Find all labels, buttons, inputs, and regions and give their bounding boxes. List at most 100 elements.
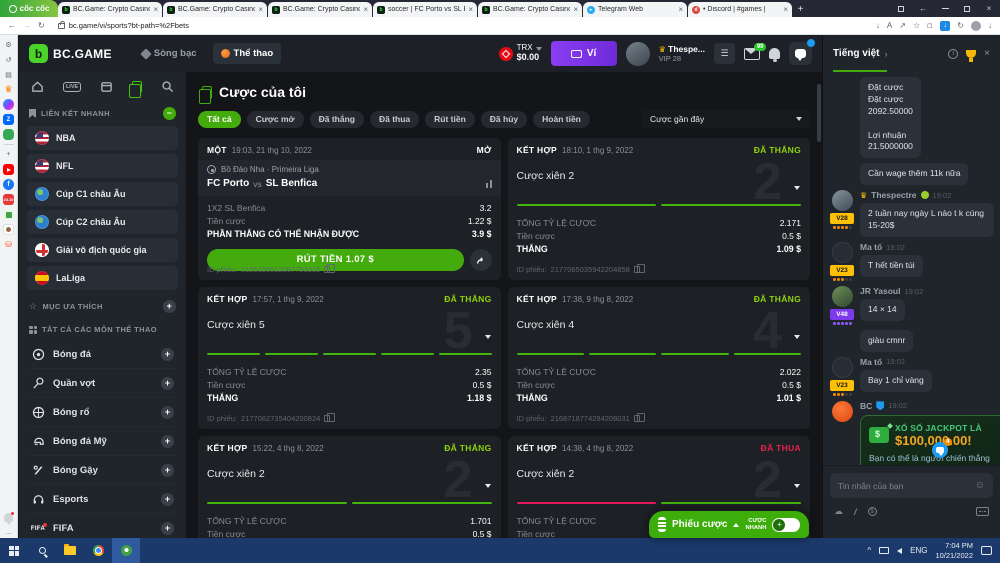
messenger-icon[interactable] (3, 99, 14, 110)
chat-toggle-button[interactable] (789, 39, 815, 65)
start-button[interactable] (0, 538, 28, 563)
network-icon[interactable] (879, 547, 890, 554)
scrollbar-thumb[interactable] (817, 84, 821, 142)
event-block[interactable]: Bồ Đào Nha · Primeira Liga FC Porto vs S… (198, 160, 501, 196)
nav-casino[interactable]: Sòng bạc (134, 43, 205, 64)
sidebar-item-laliga[interactable]: LaLiga (27, 266, 178, 290)
copy-icon[interactable] (324, 264, 336, 273)
combo-title[interactable]: Cược xiên 2 2 (508, 156, 811, 208)
tab-close-icon[interactable]: × (783, 5, 788, 14)
copy-icon[interactable] (633, 264, 645, 273)
chat-message-input[interactable] (838, 480, 969, 491)
chevron-right-icon[interactable]: › (885, 49, 888, 59)
bookmark-star-icon[interactable]: ☆ (913, 21, 920, 30)
facebook-icon[interactable]: f (3, 179, 14, 190)
reload-icon[interactable]: ↻ (38, 21, 45, 30)
adblock-shield-icon[interactable]: ◇ (925, 20, 936, 31)
copy-icon[interactable] (633, 413, 645, 422)
sidebar-sport-soccer[interactable]: Bóng đá + (27, 340, 178, 369)
sidebar-sport-esports[interactable]: Esports + (27, 485, 178, 514)
my-bets-icon[interactable] (129, 80, 143, 98)
rain-icon[interactable]: ☁ (834, 506, 843, 517)
wallet-button[interactable]: Ví (550, 41, 617, 66)
collapse-button[interactable]: − (163, 107, 176, 120)
tab-close-icon[interactable]: × (153, 5, 158, 14)
chat-username[interactable]: JR Yasoul (860, 286, 900, 296)
idm-download-icon[interactable]: ↓ (940, 20, 951, 31)
sidebar-sport-cricket[interactable]: Bóng Gậy + (27, 456, 178, 485)
user-avatar[interactable] (625, 41, 650, 66)
coccoc-menu-button[interactable]: cốc cốc (0, 0, 58, 17)
calendar-icon[interactable] (100, 80, 113, 93)
add-shortcut-icon[interactable]: + (3, 149, 14, 160)
sidebar-item-nfl[interactable]: NFL (27, 154, 178, 178)
forward-icon[interactable]: → (23, 21, 31, 30)
home-icon[interactable] (31, 80, 44, 93)
sidebar-sport-american-football[interactable]: Bóng đá Mỹ + (27, 427, 178, 456)
currency-selector[interactable]: TRX $0.00 (498, 43, 542, 63)
expand-button[interactable]: + (161, 492, 174, 506)
maximize-button[interactable] (956, 0, 978, 17)
copy-icon[interactable] (324, 413, 336, 422)
calendar-badge-icon[interactable]: 23.10 (3, 194, 14, 205)
avatar[interactable] (831, 190, 853, 212)
avatar[interactable] (831, 356, 853, 378)
url-field[interactable]: bc.game/vi/sports?bt-path=%2Fbets (52, 20, 869, 30)
browser-tab[interactable]: b BC.Game: Crypto Casino × (163, 2, 267, 17)
keyboard-icon[interactable] (976, 507, 989, 516)
tab-close-icon[interactable]: × (468, 5, 473, 14)
language-indicator[interactable]: ENG (910, 546, 927, 555)
sidebar-item-nba[interactable]: NBA (27, 126, 178, 150)
expand-caret-icon[interactable] (484, 335, 491, 339)
clock[interactable]: 7:04 PM 10/21/2022 (935, 541, 973, 561)
tab-close-icon[interactable]: × (258, 5, 263, 14)
sidebar-sport-fifa[interactable]: FIFA FIFA + (27, 514, 178, 538)
combo-title[interactable]: Cược xiên 4 4 (508, 305, 811, 357)
close-window-button[interactable]: × (978, 0, 1000, 17)
trophy-icon[interactable] (966, 49, 977, 62)
reading-list-icon[interactable]: ▤ (3, 69, 14, 80)
tab-close-icon[interactable]: × (573, 5, 578, 14)
emoji-icon[interactable]: ☺ (975, 480, 985, 491)
chat-username[interactable]: Ma tố (860, 242, 882, 252)
more-icon[interactable]: … (3, 527, 14, 538)
filter-all[interactable]: Tất cả (198, 110, 241, 128)
search-icon[interactable] (161, 80, 174, 93)
filter-cancelled[interactable]: Đã hủy (480, 110, 528, 128)
coccoc-crown-icon[interactable]: ♛ (3, 84, 14, 95)
tab-restore-icon[interactable]: ← (912, 0, 934, 17)
chat-rules-icon[interactable]: i (948, 48, 959, 59)
share-bet-button[interactable] (469, 248, 492, 271)
browser-tab[interactable]: b soccer | FC Porto vs SL B × (373, 2, 477, 17)
tray-expand-icon[interactable]: ^ (867, 546, 871, 555)
quick-bet-toggle[interactable]: + (772, 517, 801, 532)
nav-sports[interactable]: Thể thao (212, 43, 282, 64)
combo-title[interactable]: Cược xiên 2 2 (508, 454, 811, 506)
sync-icon[interactable]: ↻ (957, 21, 964, 30)
jackpot-promo-card[interactable]: XỔ SỐ JACKPOT LÀ $100,000.00! Bạn có thể… (860, 414, 1000, 465)
live-icon[interactable]: LIVE (62, 81, 82, 92)
games-icon[interactable] (3, 129, 14, 140)
back-icon[interactable]: ← (8, 21, 16, 30)
filter-won[interactable]: Đã thắng (309, 110, 364, 128)
combo-title[interactable]: Cược xiên 2 2 (198, 454, 501, 506)
sidebar-item-europa-league[interactable]: Cúp C2 châu Âu (27, 210, 178, 234)
expand-button[interactable]: + (161, 463, 174, 477)
action-center-icon[interactable] (981, 546, 992, 555)
chat-language-tab[interactable]: Tiếng việt (833, 48, 880, 59)
cart-icon[interactable]: ⛁ (3, 239, 14, 250)
bet-list-button[interactable]: ☰ (714, 43, 735, 64)
avatar[interactable] (831, 286, 853, 308)
gift-icon[interactable] (3, 209, 14, 220)
tab-close-icon[interactable]: × (678, 5, 683, 14)
zalo-icon[interactable]: Z (3, 114, 14, 125)
filter-lost[interactable]: Đã thua (369, 110, 420, 128)
chat-username[interactable]: Thespectre (871, 190, 916, 200)
youtube-icon[interactable] (3, 164, 14, 175)
sidebar-item-premier-league[interactable]: Giải vô địch quốc gia (27, 238, 178, 262)
chat-username[interactable]: Ma tố (860, 357, 882, 367)
tab-close-icon[interactable]: × (363, 5, 368, 14)
minimize-button[interactable] (934, 0, 956, 17)
chat-commands-icon[interactable]: / (854, 507, 857, 517)
user-info[interactable]: ♛ Thespe... VIP 28 (659, 44, 705, 64)
